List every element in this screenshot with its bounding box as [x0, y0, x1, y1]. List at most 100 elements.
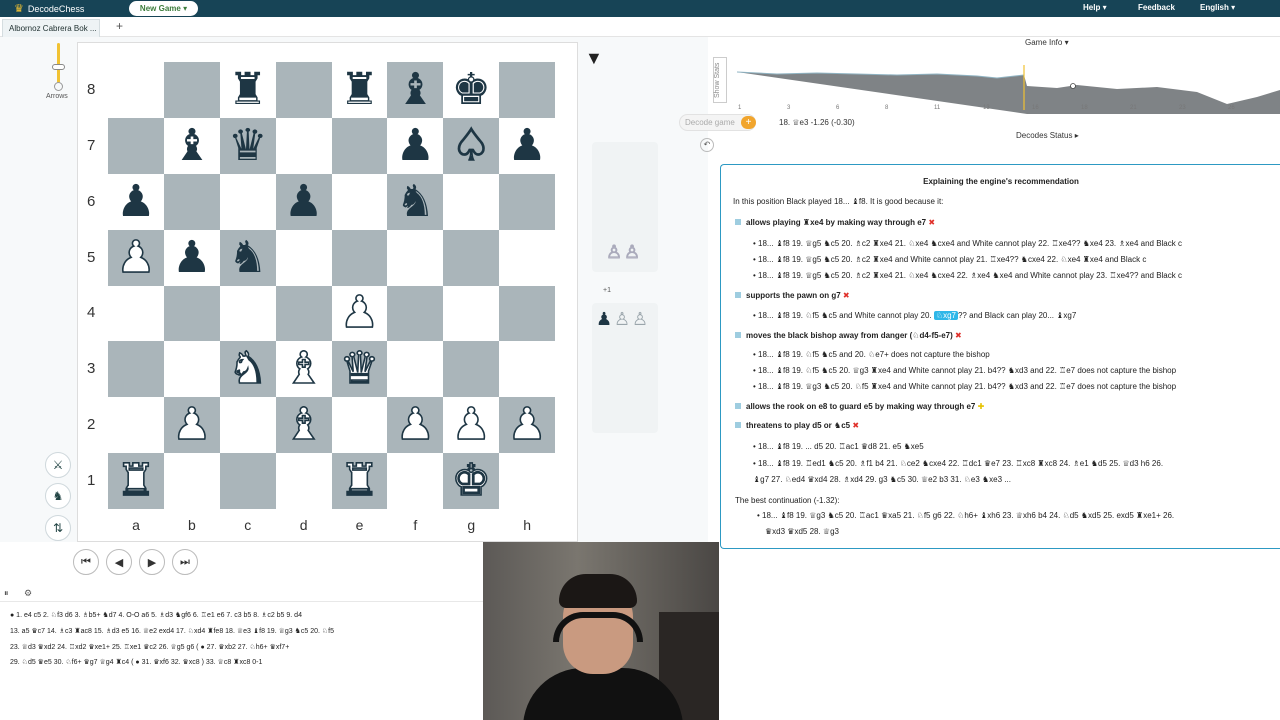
knight-icon[interactable]: ♞ [45, 483, 71, 509]
square-b4[interactable] [163, 285, 220, 342]
square-c7[interactable]: ♛ [219, 117, 276, 174]
pause-icon[interactable]: ⏸ [4, 588, 9, 599]
variation-line[interactable]: • 18... ♝f8 19. ♕g5 ♞c5 20. ♗c2 ♜xe4 21.… [753, 239, 1182, 248]
feedback-link[interactable]: Feedback [1138, 3, 1175, 12]
move-row[interactable]: 29. ♘d5 ♛e5 30. ♘f6+ ♛g7 ♕g4 ♜c4 ( ● 31.… [10, 658, 262, 666]
square-a1[interactable]: ♜ [108, 453, 164, 510]
swords-icon[interactable]: ⚔ [45, 452, 71, 478]
black-knight-icon[interactable]: ♞ [396, 179, 435, 224]
black-rook-icon[interactable]: ♜ [228, 67, 267, 112]
variation-line[interactable]: • 18... ♝f8 19. ♖ed1 ♞c5 20. ♗f1 b4 21. … [753, 459, 1163, 468]
white-pawn-icon[interactable]: ♟ [339, 290, 380, 336]
first-move-button[interactable]: ⏮ [73, 549, 99, 575]
square-d7[interactable] [275, 117, 332, 174]
square-f7[interactable]: ♟ [387, 117, 444, 174]
square-b5[interactable]: ♟ [163, 229, 220, 286]
white-rook-icon[interactable]: ♜ [339, 458, 380, 504]
move-row[interactable]: ● 1. e4 c5 2. ♘f3 d6 3. ♗b5+ ♞d7 4. O-O … [10, 611, 302, 619]
square-d2[interactable]: ♝ [275, 397, 332, 454]
square-g8[interactable]: ♚ [443, 62, 500, 118]
square-g6[interactable] [443, 173, 500, 230]
arrows-slider[interactable] [57, 43, 60, 83]
square-c5[interactable]: ♞ [219, 229, 276, 286]
black-pawn-icon[interactable]: ♟ [172, 235, 211, 280]
add-tab-icon[interactable]: + [116, 19, 123, 33]
square-d4[interactable] [275, 285, 332, 342]
square-d8[interactable] [275, 62, 332, 118]
square-a7[interactable] [108, 117, 164, 174]
white-rook-icon[interactable]: ♜ [115, 458, 156, 504]
show-stats-button[interactable]: Show Stats [713, 57, 727, 103]
reason-2[interactable]: supports the pawn on g7 ✖ [735, 291, 850, 300]
black-queen-icon[interactable]: ♛ [228, 123, 267, 168]
white-bishop-icon[interactable]: ♝ [283, 402, 324, 448]
square-c6[interactable] [219, 173, 276, 230]
app-logo[interactable]: ♛ DecodeChess [14, 2, 84, 15]
reason-5[interactable]: threatens to play d5 or ♞c5 ✖ [735, 421, 859, 430]
square-h1[interactable] [499, 453, 556, 510]
close-icon[interactable]: ✖ [928, 218, 935, 227]
black-pawn-icon[interactable]: ♟ [284, 179, 323, 224]
square-g7[interactable]: ♤ [443, 117, 500, 174]
square-c1[interactable] [219, 453, 276, 510]
square-d5[interactable] [275, 229, 332, 286]
flip-board-icon[interactable]: ⇅ [45, 515, 71, 541]
black-rook-icon[interactable]: ♜ [340, 67, 379, 112]
undo-icon[interactable]: ↶ [700, 138, 714, 152]
square-d1[interactable] [275, 453, 332, 510]
evaluation-graph[interactable] [737, 62, 1280, 114]
white-queen-icon[interactable]: ♛ [339, 346, 380, 392]
square-a8[interactable] [108, 62, 164, 118]
best-line[interactable]: • 18... ♝f8 19. ♕g3 ♞c5 20. ♖ac1 ♛xa5 21… [757, 511, 1174, 520]
white-pawn-icon[interactable]: ♟ [507, 402, 548, 448]
square-c8[interactable]: ♜ [219, 62, 276, 118]
white-king-icon[interactable]: ♚ [451, 458, 492, 504]
square-b2[interactable]: ♟ [163, 397, 220, 454]
square-g2[interactable]: ♟ [443, 397, 500, 454]
settings-icon[interactable]: ⚙ [24, 588, 32, 599]
square-a4[interactable] [108, 285, 164, 342]
white-pawn-icon[interactable]: ♟ [395, 402, 436, 448]
plus-icon[interactable]: + [741, 116, 756, 129]
square-f3[interactable] [387, 341, 444, 398]
variation-line[interactable]: • 18... ♝f8 19. ♘f5 ♞c5 20. ♕g3 ♜xe4 and… [753, 366, 1176, 375]
black-bishop-icon[interactable]: ♝ [396, 67, 435, 112]
square-a2[interactable] [108, 397, 164, 454]
square-e1[interactable]: ♜ [331, 453, 388, 510]
variation-line[interactable]: ♝g7 27. ♘ed4 ♛xd4 28. ♗xd4 29. g3 ♞c5 30… [753, 475, 1011, 484]
square-d3[interactable]: ♝ [275, 341, 332, 398]
square-f1[interactable] [387, 453, 444, 510]
square-b3[interactable] [163, 341, 220, 398]
square-g3[interactable] [443, 341, 500, 398]
close-icon[interactable]: ✖ [843, 291, 850, 300]
square-b8[interactable] [163, 62, 220, 118]
black-pawn-icon[interactable]: ♟ [507, 123, 546, 168]
square-h5[interactable] [499, 229, 556, 286]
square-e3[interactable]: ♛ [331, 341, 388, 398]
square-f6[interactable]: ♞ [387, 173, 444, 230]
move-row[interactable]: 13. a5 ♛c7 14. ♗c3 ♜ac8 15. ♗d3 e5 16. ♕… [10, 627, 334, 635]
highlighted-move[interactable]: ♘xg7 [933, 311, 958, 320]
next-move-button[interactable]: ▶ [139, 549, 165, 575]
square-h6[interactable] [499, 173, 556, 230]
square-e6[interactable] [331, 173, 388, 230]
prev-move-button[interactable]: ◀ [106, 549, 132, 575]
reason-4[interactable]: allows the rook on e8 to guard e5 by mak… [735, 402, 984, 411]
white-bishop-icon[interactable]: ♝ [283, 346, 324, 392]
square-b7[interactable]: ♝ [163, 117, 220, 174]
black-pawn-icon[interactable]: ♟ [396, 123, 435, 168]
reason-1[interactable]: allows playing ♜xe4 by making way throug… [735, 218, 935, 227]
language-menu[interactable]: English ▾ [1200, 3, 1235, 12]
square-h8[interactable] [499, 62, 556, 118]
square-e5[interactable] [331, 229, 388, 286]
arrows-slider-handle[interactable] [52, 64, 65, 70]
square-c4[interactable] [219, 285, 276, 342]
last-move-button[interactable]: ⏭ [172, 549, 198, 575]
black-knight-icon[interactable]: ♞ [228, 235, 267, 280]
square-f5[interactable] [387, 229, 444, 286]
square-b6[interactable] [163, 173, 220, 230]
square-f2[interactable]: ♟ [387, 397, 444, 454]
square-g4[interactable] [443, 285, 500, 342]
variation-line[interactable]: • 18... ♝f8 19. ... d5 20. ♖ac1 ♛d8 21. … [753, 442, 924, 451]
square-h7[interactable]: ♟ [499, 117, 556, 174]
